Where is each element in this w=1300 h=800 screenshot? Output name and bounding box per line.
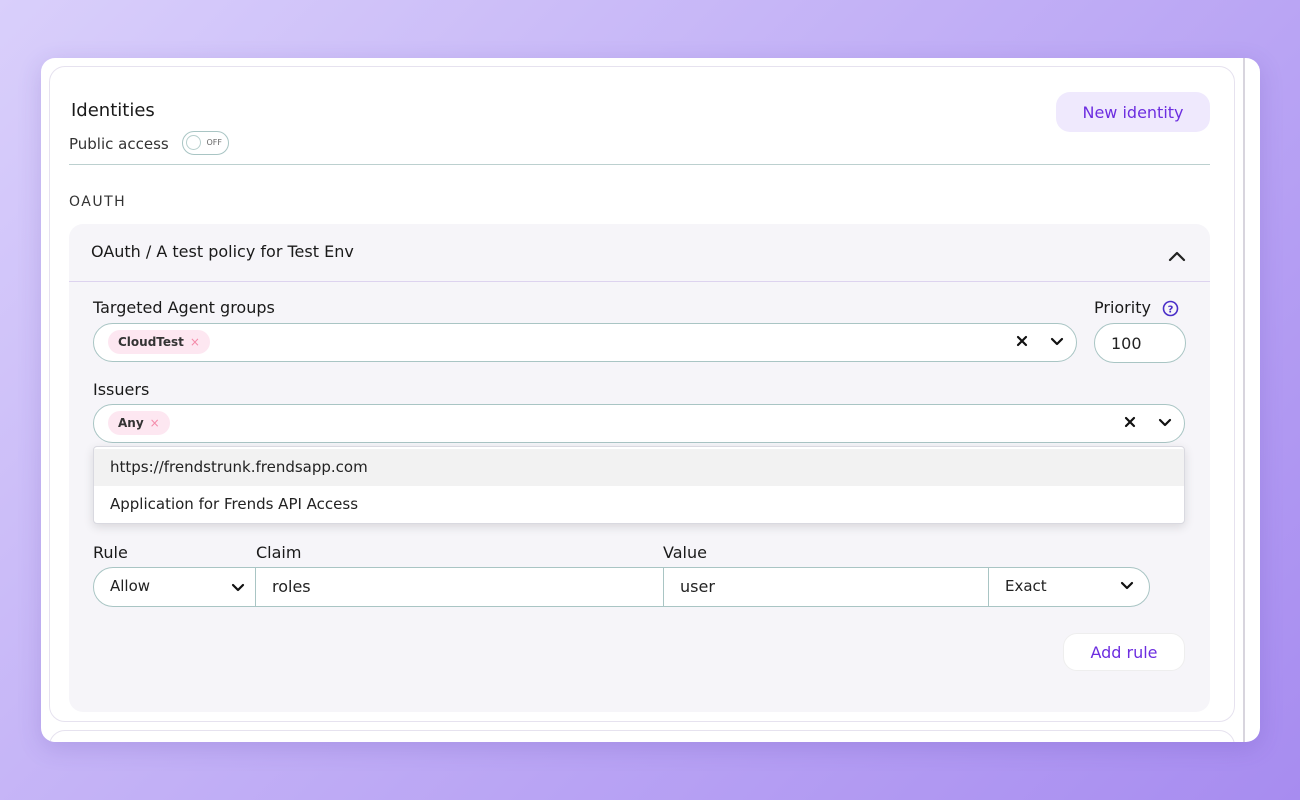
next-panel bbox=[49, 730, 1235, 742]
chevron-down-icon[interactable] bbox=[1119, 579, 1135, 593]
match-type-value: Exact bbox=[1005, 577, 1047, 595]
rule-column-header: Rule bbox=[93, 543, 128, 562]
scrollbar[interactable] bbox=[1243, 58, 1245, 742]
toggle-knob bbox=[186, 135, 201, 150]
section-label-oauth: OAUTH bbox=[69, 194, 127, 210]
priority-input[interactable] bbox=[1094, 323, 1186, 363]
issuers-label: Issuers bbox=[93, 380, 150, 399]
chevron-down-icon[interactable] bbox=[1049, 335, 1065, 349]
remove-tag-icon[interactable]: × bbox=[190, 335, 200, 349]
agent-group-tag: CloudTest × bbox=[108, 330, 210, 354]
chevron-down-icon[interactable] bbox=[1157, 416, 1173, 430]
value-column-header: Value bbox=[663, 543, 707, 562]
header-divider bbox=[69, 164, 1210, 165]
value-text: user bbox=[680, 577, 715, 596]
card-divider bbox=[69, 281, 1210, 282]
agent-group-tag-label: CloudTest bbox=[118, 335, 184, 349]
issuer-option[interactable]: https://frendstrunk.frendsapp.com bbox=[94, 449, 1184, 486]
chevron-up-icon[interactable] bbox=[1166, 245, 1188, 267]
clear-selection-icon[interactable] bbox=[1122, 414, 1138, 430]
targeted-agent-groups-label: Targeted Agent groups bbox=[93, 298, 275, 317]
remove-tag-icon[interactable]: × bbox=[150, 416, 160, 430]
claim-input[interactable]: roles bbox=[255, 567, 665, 607]
issuers-dropdown: https://frendstrunk.frendsapp.com Applic… bbox=[93, 446, 1185, 524]
priority-label: Priority bbox=[1094, 298, 1151, 317]
value-input[interactable]: user bbox=[663, 567, 990, 607]
match-type-select[interactable]: Exact bbox=[988, 567, 1150, 607]
policy-header-title[interactable]: OAuth / A test policy for Test Env bbox=[91, 242, 354, 261]
public-access-label: Public access bbox=[69, 135, 169, 153]
identities-panel: Identities Public access OFF New identit… bbox=[49, 66, 1235, 722]
claim-column-header: Claim bbox=[256, 543, 302, 562]
issuer-tag: Any × bbox=[108, 411, 170, 435]
agent-groups-select[interactable]: CloudTest × bbox=[93, 323, 1077, 362]
issuer-option[interactable]: Application for Frends API Access bbox=[94, 486, 1184, 523]
issuers-select[interactable]: Any × bbox=[93, 404, 1185, 443]
svg-text:?: ? bbox=[1168, 305, 1174, 316]
add-rule-button[interactable]: Add rule bbox=[1063, 633, 1185, 671]
public-access-toggle[interactable]: OFF bbox=[182, 131, 229, 155]
clear-selection-icon[interactable] bbox=[1014, 333, 1030, 349]
page-title: Identities bbox=[71, 100, 155, 121]
rule-action-select[interactable]: Allow bbox=[93, 567, 257, 607]
new-identity-button[interactable]: New identity bbox=[1056, 92, 1210, 132]
claim-value: roles bbox=[272, 577, 311, 596]
toggle-state-text: OFF bbox=[206, 138, 223, 147]
issuer-tag-label: Any bbox=[118, 416, 144, 430]
help-icon[interactable]: ? bbox=[1162, 300, 1179, 317]
rule-action-value: Allow bbox=[110, 577, 151, 595]
chevron-down-icon[interactable] bbox=[230, 581, 246, 595]
